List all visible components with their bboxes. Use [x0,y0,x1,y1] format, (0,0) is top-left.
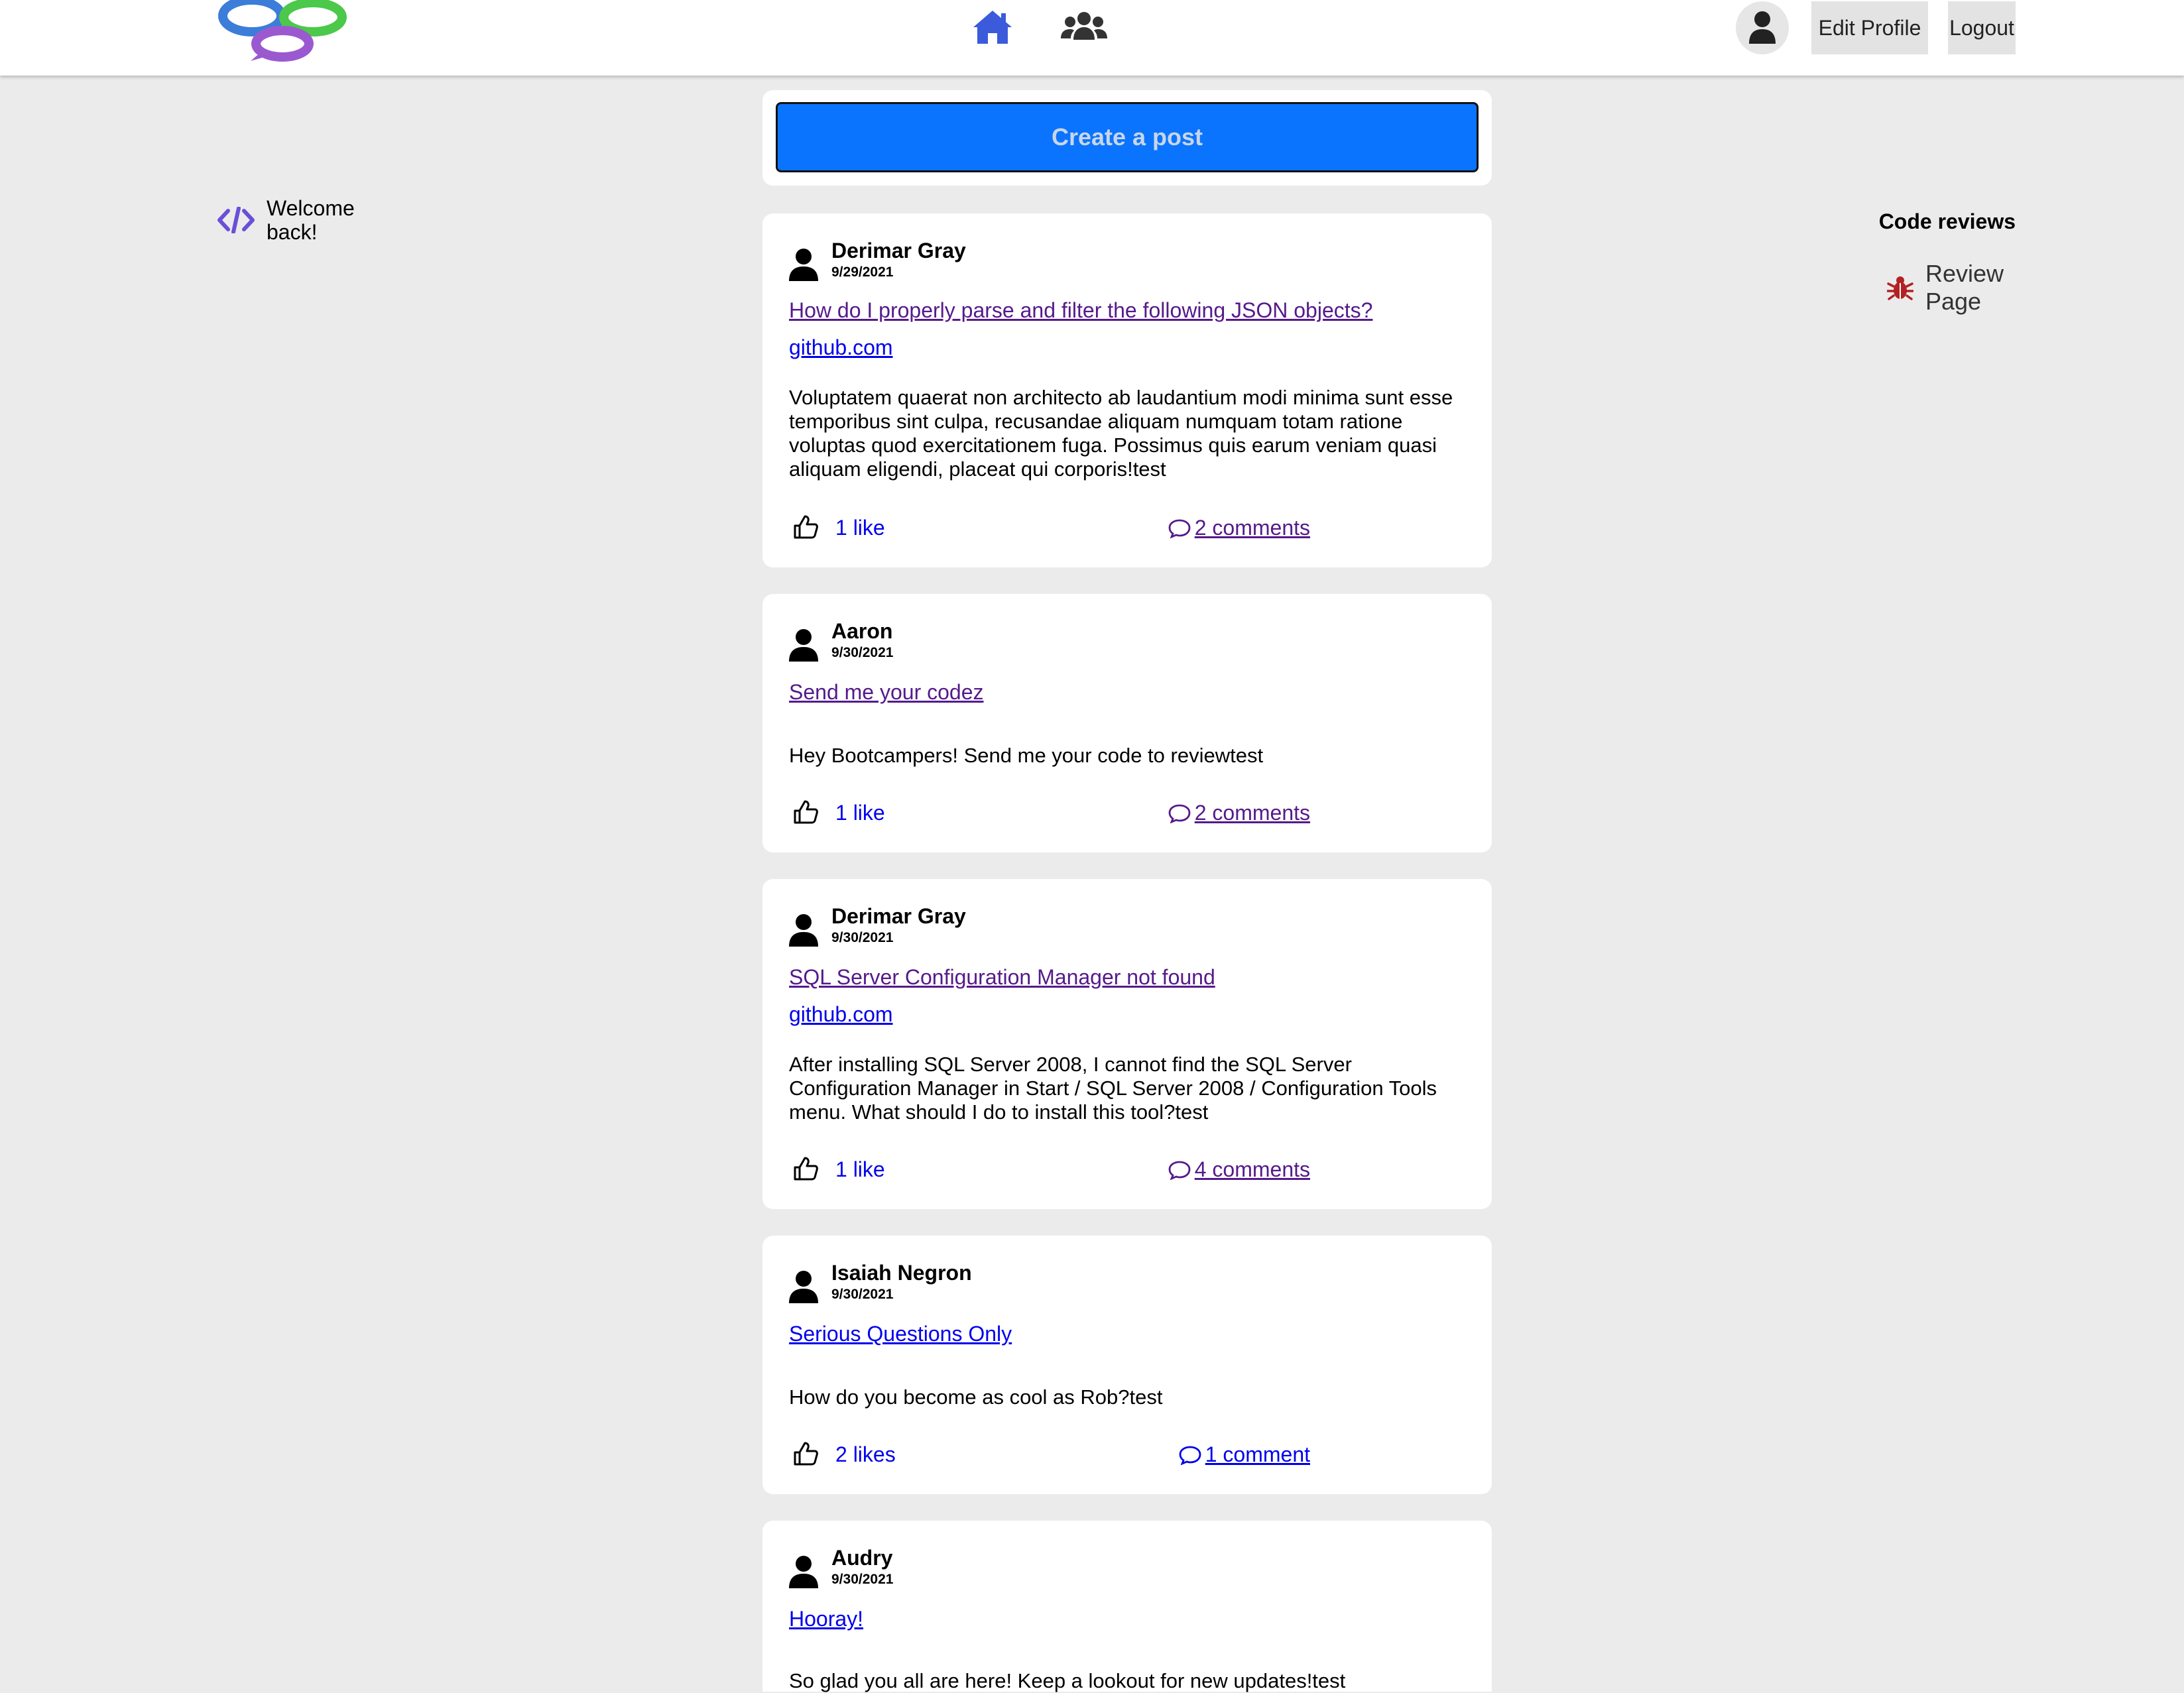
post-header: Audry 9/30/2021 [789,1546,893,1590]
chat-bubble-icon [1168,1161,1191,1180]
post-title-link[interactable]: Serious Questions Only [789,1322,1012,1346]
comments-count: 4 comments [1194,1157,1310,1181]
post-date: 9/29/2021 [831,264,894,280]
post-author[interactable]: Derimar Gray [831,904,966,928]
chat-bubble-icon [1179,1446,1201,1465]
user-icon [789,629,818,662]
likes-count[interactable]: 1 like [835,1157,885,1182]
post-header: Aaron 9/30/2021 [789,619,893,663]
post-date: 9/30/2021 [831,645,894,660]
user-icon [1749,11,1776,44]
likes-count[interactable]: 1 like [835,801,885,825]
post-body: Voluptatem quaerat non architecto ab lau… [789,386,1453,481]
thumbs-up-icon[interactable] [793,514,818,540]
post-source-link[interactable]: github.com [789,335,893,360]
create-post-card: Create a post [762,90,1492,186]
thumbs-up-icon[interactable] [793,1441,818,1466]
comments-count: 1 comment [1205,1442,1310,1466]
code-reviews-heading: Code reviews [1878,209,2016,233]
post-author[interactable]: Isaiah Negron [831,1261,972,1285]
post-card: Aaron 9/30/2021 Send me your codez Hey B… [762,594,1492,852]
post-title-link[interactable]: Hooray! [789,1607,863,1631]
comments-count: 2 comments [1194,801,1310,825]
user-icon [789,914,818,947]
post-source-link[interactable]: github.com [789,1002,893,1027]
chat-bubble-icon [1168,804,1191,823]
welcome-text: Welcome back! [267,196,355,244]
review-page-label: Review Page [1925,260,2004,315]
post-header: Derimar Gray 9/30/2021 [789,904,966,948]
post-title-link[interactable]: How do I properly parse and filter the f… [789,298,1372,323]
post-card: Derimar Gray 9/29/2021 How do I properly… [762,213,1492,567]
post-author[interactable]: Aaron [831,619,893,643]
post-body: How do you become as cool as Rob?test [789,1385,1163,1409]
post-body: So glad you all are here! Keep a lookout… [789,1669,1346,1692]
post-author[interactable]: Audry [831,1546,893,1570]
likes-count[interactable]: 1 like [835,516,885,540]
review-page-link[interactable]: Review Page [1887,260,2025,316]
comments-link[interactable]: 2 comments [1168,516,1310,540]
likes-count[interactable]: 2 likes [835,1442,896,1467]
post-date: 9/30/2021 [831,930,894,945]
chat-bubbles-logo[interactable] [213,0,354,62]
thumbs-up-icon[interactable] [793,1156,818,1181]
home-icon[interactable] [972,9,1013,45]
comments-link[interactable]: 4 comments [1168,1157,1310,1182]
comments-count: 2 comments [1194,516,1310,540]
post-card: Audry 9/30/2021 Hooray! So glad you all … [762,1521,1492,1692]
post-date: 9/30/2021 [831,1287,894,1302]
thumbs-up-icon[interactable] [793,799,818,825]
post-card: Isaiah Negron 9/30/2021 Serious Question… [762,1236,1492,1494]
comments-link[interactable]: 2 comments [1168,801,1310,825]
create-post-button[interactable]: Create a post [776,102,1479,172]
logout-button[interactable]: Logout [1948,1,2016,54]
edit-profile-button[interactable]: Edit Profile [1811,1,1928,54]
post-body: After installing SQL Server 2008, I cann… [789,1053,1437,1124]
bug-icon [1887,276,1913,300]
post-title-link[interactable]: SQL Server Configuration Manager not fou… [789,965,1215,990]
chat-bubble-icon [1168,519,1191,538]
user-icon [789,249,818,281]
post-header: Isaiah Negron 9/30/2021 [789,1261,972,1305]
top-navbar: Edit Profile Logout [0,0,2184,76]
user-icon [789,1271,818,1303]
post-date: 9/30/2021 [831,1572,894,1587]
users-icon[interactable] [1061,9,1107,45]
avatar[interactable] [1736,1,1789,54]
code-icon [217,207,255,233]
welcome-panel: Welcome back! [217,196,366,244]
post-title-link[interactable]: Send me your codez [789,680,984,705]
post-body: Hey Bootcampers! Send me your code to re… [789,744,1264,767]
comments-link[interactable]: 1 comment [1179,1442,1310,1467]
user-icon [789,1556,818,1588]
post-author[interactable]: Derimar Gray [831,239,966,263]
post-header: Derimar Gray 9/29/2021 [789,239,966,282]
post-card: Derimar Gray 9/30/2021 SQL Server Config… [762,879,1492,1209]
